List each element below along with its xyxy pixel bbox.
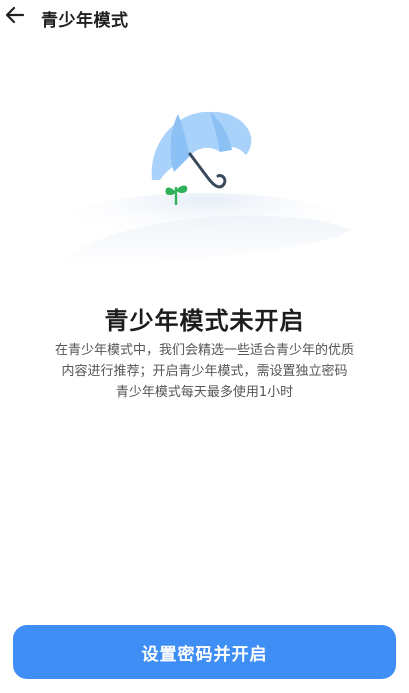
description-line: 青少年模式每天最多使用1小时 (115, 385, 294, 400)
description-line: 在青少年模式中，我们会精选一些适合青少年的优质 (54, 343, 354, 358)
arrow-left-icon (4, 4, 26, 30)
teen-mode-illustration (0, 100, 409, 300)
status-title: 青少年模式未开启 (104, 307, 305, 335)
umbrella-sprout-icon (55, 111, 355, 266)
set-password-button[interactable]: 设置密码并开启 (13, 625, 396, 679)
top-bar: 青少年模式 (0, 0, 409, 36)
description-text: 在青少年模式中，我们会精选一些适合青少年的优质 内容进行推荐；开启青少年模式，需… (20, 340, 389, 403)
teen-mode-screen: 青少年模式 青少年模式未开启 在青少年模式中，我们会精选一些适合青少年的优质 内… (0, 0, 409, 693)
back-button[interactable] (2, 4, 28, 30)
page-title: 青少年模式 (41, 11, 129, 31)
description-line: 内容进行推荐；开启青少年模式，需设置独立密码 (61, 364, 348, 379)
